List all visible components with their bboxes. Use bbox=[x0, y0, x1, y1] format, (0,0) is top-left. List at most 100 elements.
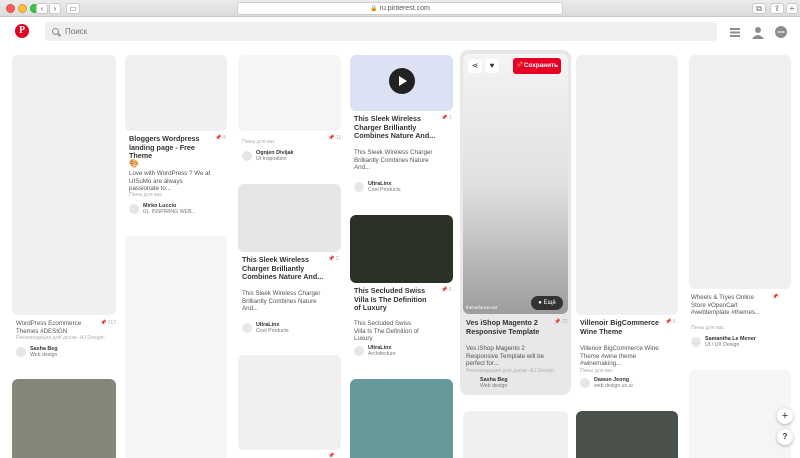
pin-count: 📌 6 bbox=[665, 319, 676, 325]
pin-count: 📌 6 bbox=[441, 287, 452, 293]
pin-description: WordPress Ecommerce Themes #DESIGN bbox=[16, 320, 82, 335]
avatar[interactable] bbox=[242, 151, 252, 161]
user-board[interactable]: Architecture bbox=[368, 351, 396, 357]
pin-image[interactable] bbox=[350, 379, 453, 458]
browser-toolbar: ‹ › ▭ 🔒 ru.pinterest.com ⧉ ⇪ + bbox=[0, 0, 800, 17]
pin-recommendation: Рекомендация для доски -AJ Design- bbox=[466, 368, 556, 374]
pin-source[interactable]: themeforest.net bbox=[466, 305, 497, 310]
pin-recommendation: Рекомендация для доски -AJ Design- bbox=[16, 335, 106, 341]
user-board[interactable]: Web design bbox=[30, 352, 57, 358]
pin-image[interactable] bbox=[125, 236, 227, 458]
pin-description: Ves iShop Magento 2 Responsive Template … bbox=[466, 345, 544, 368]
pin-image[interactable] bbox=[12, 379, 116, 458]
help-icon: ? bbox=[782, 432, 788, 441]
pin-title[interactable]: This Sleek Wireless Charger Brilliantly … bbox=[242, 255, 327, 282]
create-pin-button[interactable]: + bbox=[777, 408, 793, 424]
profile-icon[interactable] bbox=[751, 25, 765, 39]
pin-count: 📌 bbox=[772, 294, 779, 300]
browser-window: ‹ › ▭ 🔒 ru.pinterest.com ⧉ ⇪ + P 📌 117 W… bbox=[0, 0, 800, 458]
pin-recommendation: Пины для вас bbox=[691, 325, 725, 331]
pin-count-partial: 📌 bbox=[328, 453, 335, 458]
like-button[interactable]: ♥ bbox=[485, 59, 499, 73]
pin-title[interactable]: Villenoir BigCommerce Wine Theme bbox=[580, 318, 665, 336]
pin-image[interactable] bbox=[238, 55, 341, 131]
pin-description: Love with WordPress ? We at UISuMo are a… bbox=[129, 170, 211, 193]
avatar[interactable] bbox=[354, 182, 364, 192]
address-url: ru.pinterest.com bbox=[379, 5, 430, 12]
sidebar-toggle-button[interactable]: ▭ bbox=[66, 3, 80, 14]
avatar[interactable] bbox=[580, 378, 590, 388]
user-board[interactable]: Web design bbox=[480, 383, 507, 389]
user-board[interactable]: 01. INSPIRING WEB... bbox=[143, 209, 196, 215]
search-input[interactable] bbox=[45, 22, 717, 41]
video-pin-image[interactable] bbox=[350, 55, 453, 111]
messages-icon[interactable] bbox=[774, 25, 788, 39]
address-bar[interactable]: 🔒 ru.pinterest.com bbox=[237, 2, 563, 15]
pin-icon: 📌 bbox=[515, 62, 524, 69]
avatar[interactable] bbox=[466, 378, 476, 388]
menu-icon[interactable] bbox=[728, 25, 742, 39]
pin-image[interactable] bbox=[576, 411, 678, 458]
chevron-left-icon: ‹ bbox=[40, 4, 44, 13]
pin-image[interactable] bbox=[125, 55, 227, 131]
lock-icon: 🔒 bbox=[370, 6, 378, 12]
new-tab-button[interactable]: + bbox=[786, 3, 798, 14]
pin-recommendation: Пины для вас bbox=[242, 139, 276, 145]
avatar[interactable] bbox=[16, 347, 26, 357]
plus-icon: + bbox=[781, 410, 789, 422]
help-button[interactable]: ? bbox=[777, 429, 793, 445]
close-window-button[interactable] bbox=[6, 4, 15, 13]
avatar[interactable] bbox=[354, 346, 364, 356]
user-board[interactable]: web design.ux.ui bbox=[594, 383, 633, 389]
pin-image[interactable] bbox=[463, 54, 568, 314]
save-pin-button[interactable]: 📌Сохранить bbox=[513, 58, 561, 74]
pin-title[interactable]: This Sleek Wireless Charger Brilliantly … bbox=[354, 114, 440, 141]
share-icon: ⇪ bbox=[773, 4, 781, 13]
pinterest-logo[interactable]: P bbox=[15, 24, 29, 38]
pin-image[interactable] bbox=[238, 184, 341, 252]
tabs-overview-button[interactable]: ⧉ bbox=[752, 3, 766, 14]
pin-image[interactable] bbox=[689, 370, 791, 458]
pin-description: This Sleek Wireless Charger Brilliantly … bbox=[354, 149, 433, 172]
pin-recommendation: Пины для вас bbox=[129, 192, 163, 198]
avatar[interactable] bbox=[129, 204, 139, 214]
pin-title[interactable]: Ves iShop Magento 2 Responsive Template bbox=[466, 318, 556, 336]
pin-image[interactable] bbox=[350, 215, 453, 283]
pin-image[interactable] bbox=[576, 55, 678, 315]
play-button[interactable] bbox=[389, 68, 415, 94]
pin-description: Villenoir BigCommerce Wine Theme #wine t… bbox=[580, 345, 659, 368]
chevron-right-icon: › bbox=[53, 4, 57, 13]
pin-description: Wheels & Tryes Online Store #OpenCart #w… bbox=[691, 294, 761, 317]
pin-description: This Secluded Swiss Villa Is The Definit… bbox=[354, 320, 419, 343]
pin-image[interactable] bbox=[12, 55, 116, 315]
emoji-icon: 🎨 bbox=[129, 159, 139, 168]
pin-title[interactable]: This Secluded Swiss Villa Is The Definit… bbox=[354, 286, 434, 313]
pin-count: 📌 2 bbox=[328, 256, 339, 262]
user-board[interactable]: UI Inspiration bbox=[256, 156, 287, 162]
pin-count: 📌 22 bbox=[554, 319, 568, 325]
share-icon: ⋖ bbox=[471, 61, 479, 70]
avatar[interactable] bbox=[691, 337, 701, 347]
send-button[interactable]: ⋖ bbox=[468, 59, 482, 73]
pin-count: 📌 4 bbox=[215, 135, 226, 141]
pin-recommendation: Пины для вас bbox=[580, 368, 614, 374]
pin-image[interactable] bbox=[463, 411, 568, 458]
share-button[interactable]: ⇪ bbox=[770, 3, 784, 14]
pinterest-header: P bbox=[0, 18, 800, 46]
pin-title[interactable]: Bloggers Wordpress landing page - Free T… bbox=[129, 134, 209, 161]
forward-button[interactable]: › bbox=[49, 3, 61, 14]
heart-icon: ♥ bbox=[489, 61, 495, 70]
user-board[interactable]: UI / UX Design bbox=[705, 342, 739, 348]
user-board[interactable]: Cool Products bbox=[368, 187, 401, 193]
back-button[interactable]: ‹ bbox=[36, 3, 48, 14]
search-icon bbox=[52, 28, 59, 35]
pin-image[interactable] bbox=[689, 55, 791, 289]
minimize-window-button[interactable] bbox=[18, 4, 27, 13]
play-icon bbox=[399, 76, 407, 86]
pin-image[interactable] bbox=[238, 355, 341, 450]
user-board[interactable]: Cool Products bbox=[256, 328, 289, 334]
avatar[interactable] bbox=[242, 323, 252, 333]
pin-description: This Sleek Wireless Charger Brilliantly … bbox=[242, 290, 321, 313]
pin-count: 📌 11 bbox=[328, 135, 342, 141]
more-button[interactable]: ● Ещё bbox=[531, 296, 563, 310]
